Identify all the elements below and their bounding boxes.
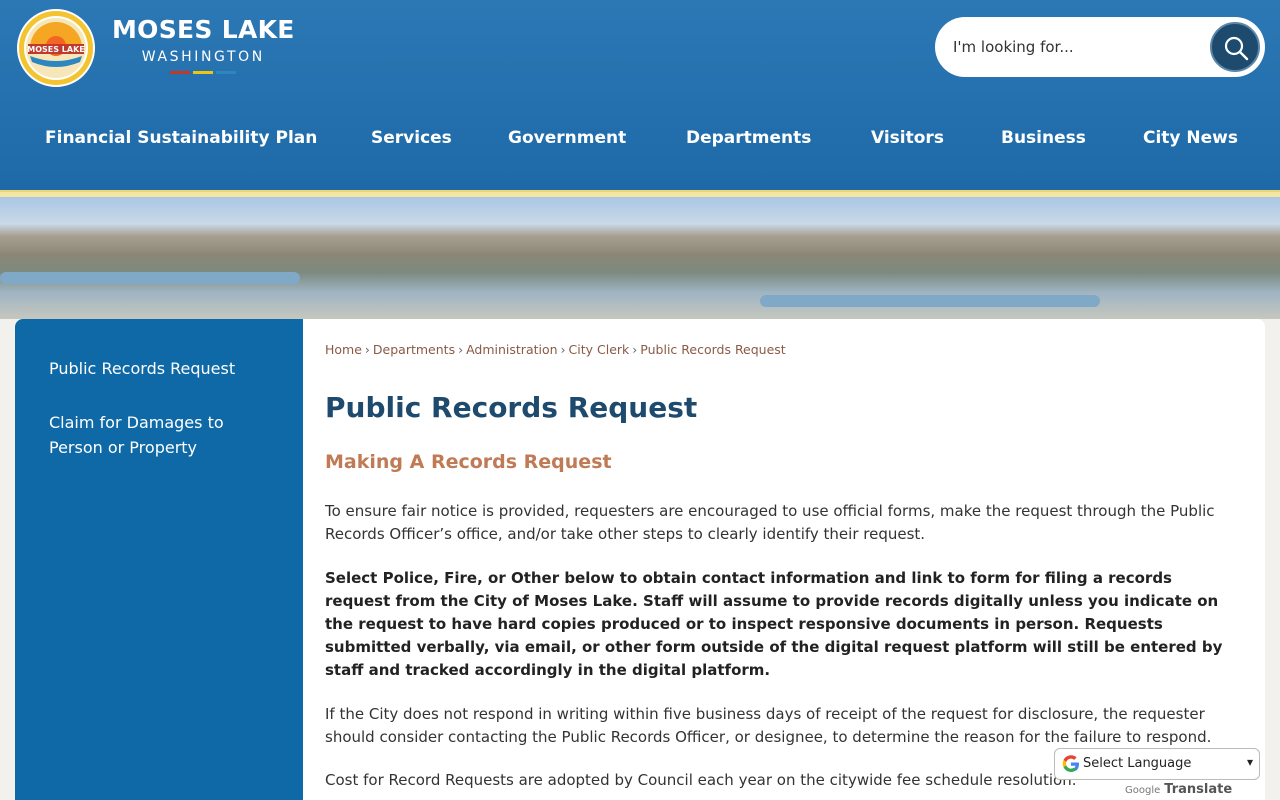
- city-logo[interactable]: MOSES LAKE: [16, 8, 96, 88]
- nav-business[interactable]: Business: [1001, 128, 1086, 148]
- chevron-down-icon: ▾: [1246, 755, 1253, 769]
- breadcrumb-home[interactable]: Home: [325, 342, 362, 357]
- brand-title: MOSES LAKE: [112, 15, 295, 44]
- brand-bar-blue: [216, 71, 237, 74]
- breadcrumb-city-clerk[interactable]: City Clerk: [569, 342, 630, 357]
- nav-visitors[interactable]: Visitors: [871, 128, 944, 148]
- main-nav: Financial Sustainability Plan Services G…: [0, 128, 1280, 158]
- nav-city-news[interactable]: City News: [1143, 128, 1238, 148]
- header-stripe: [0, 190, 1280, 197]
- search-icon: [1224, 36, 1249, 61]
- breadcrumb-departments[interactable]: Departments: [373, 342, 455, 357]
- banner-water: [760, 295, 1100, 307]
- search-input[interactable]: [953, 31, 1213, 63]
- hero-banner-image: [0, 197, 1280, 319]
- brand[interactable]: MOSES LAKE WASHINGTON: [112, 14, 295, 74]
- page-title: Public Records Request: [325, 391, 698, 424]
- brand-subtitle: WASHINGTON: [141, 49, 265, 65]
- search-box: [935, 17, 1265, 77]
- google-label: Google: [1125, 785, 1161, 796]
- paragraph-instructions: Select Police, Fire, or Other below to o…: [325, 569, 1223, 679]
- search-button[interactable]: [1210, 22, 1260, 72]
- sidebar: Public Records Request Claim for Damages…: [15, 319, 303, 800]
- breadcrumb-separator: ›: [560, 342, 566, 357]
- brand-bar-red: [170, 71, 191, 74]
- paragraph-fair-notice: To ensure fair notice is provided, reque…: [325, 502, 1215, 543]
- main-content: Home › Departments › Administration › City Cle…: [303, 319, 1265, 800]
- nav-financial-sustainability-plan[interactable]: Financial Sustainability Plan: [45, 128, 317, 148]
- section-heading: Making A Records Request: [325, 451, 612, 473]
- breadcrumb-separator: ›: [458, 342, 464, 357]
- nav-services[interactable]: Services: [371, 128, 452, 148]
- paragraph-response-time: If the City does not respond in writing …: [325, 705, 1212, 746]
- breadcrumb-separator: ›: [364, 342, 370, 357]
- brand-bar-yellow: [193, 71, 214, 74]
- svg-text:MOSES LAKE: MOSES LAKE: [27, 45, 85, 54]
- powered-by-google-translate[interactable]: Google Translate: [1125, 782, 1232, 797]
- nav-departments[interactable]: Departments: [686, 128, 811, 148]
- brand-color-bars: [112, 71, 295, 74]
- breadcrumb-administration[interactable]: Administration: [466, 342, 557, 357]
- sidebar-item-public-records-request[interactable]: Public Records Request: [49, 356, 279, 381]
- breadcrumb-current[interactable]: Public Records Request: [640, 342, 785, 357]
- translate-label: Translate: [1164, 782, 1233, 797]
- nav-government[interactable]: Government: [508, 128, 626, 148]
- google-g-icon: [1062, 755, 1079, 772]
- sidebar-item-claim-for-damages[interactable]: Claim for Damages to Person or Property: [49, 410, 279, 460]
- banner-water: [0, 272, 300, 284]
- breadcrumb-separator: ›: [632, 342, 638, 357]
- language-select[interactable]: Select Language ▾: [1054, 748, 1260, 780]
- site-header: MOSES LAKE MOSES LAKE WASHINGTON Financi…: [0, 0, 1280, 190]
- language-select-label: Select Language: [1083, 756, 1192, 771]
- breadcrumb: Home › Departments › Administration › City Cle…: [325, 342, 786, 357]
